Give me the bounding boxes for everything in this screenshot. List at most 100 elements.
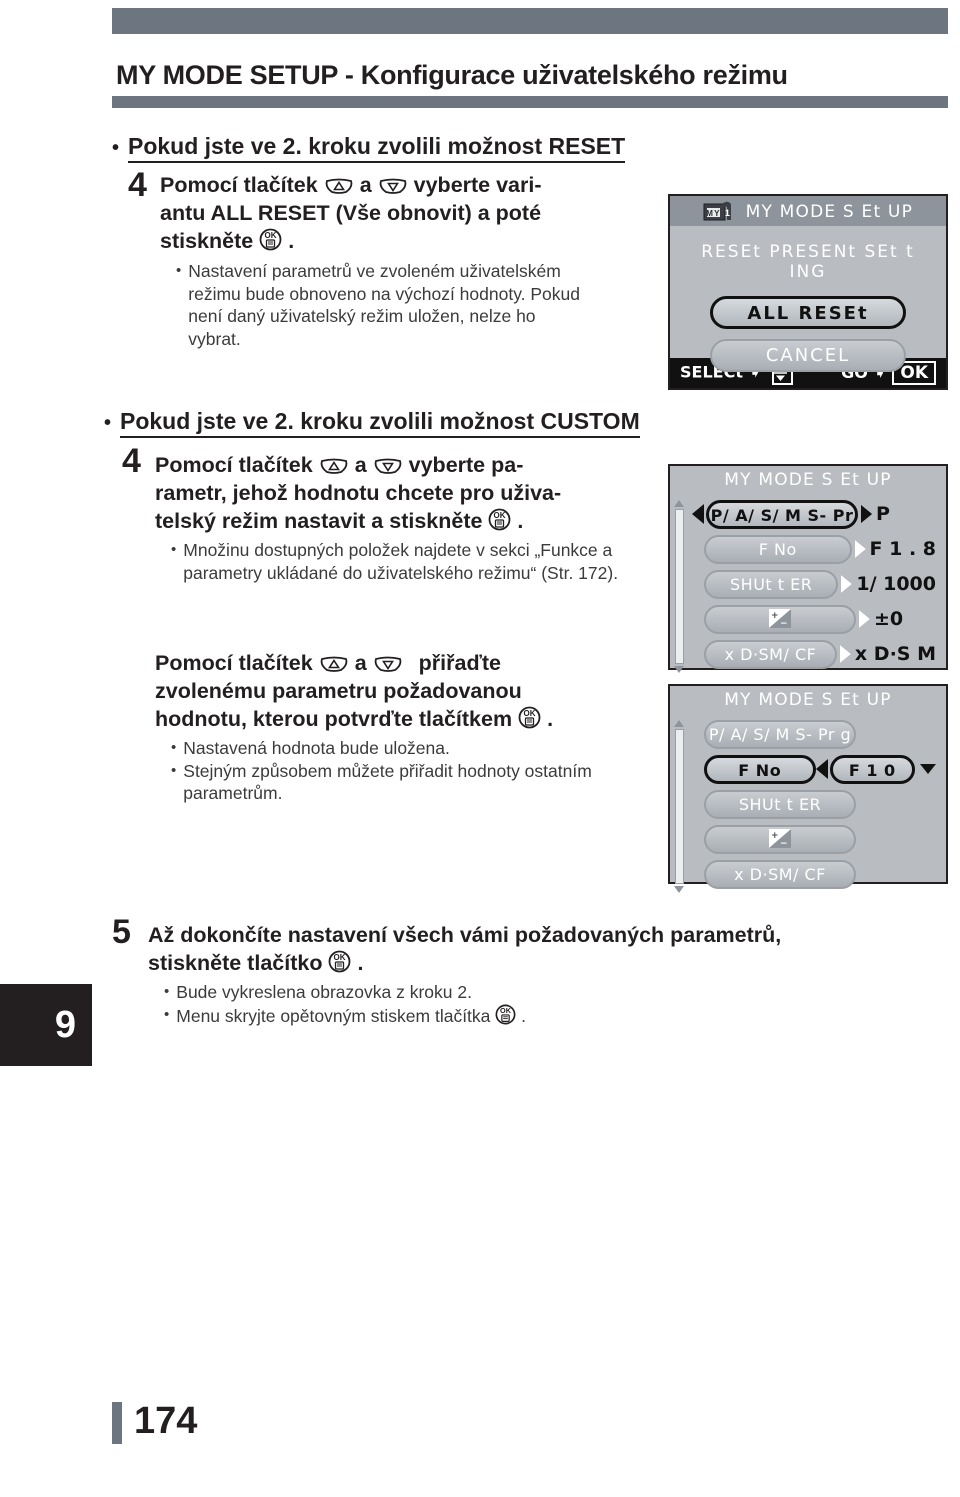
menu-pill-label[interactable]: SHUt t ER bbox=[704, 569, 839, 599]
section-bullet-icon: • bbox=[104, 412, 112, 434]
step-line1-tail: vyberte pa- bbox=[408, 453, 524, 477]
lcd-option-cancel[interactable]: CANCEL bbox=[710, 339, 906, 372]
svg-text:OK: OK bbox=[500, 1006, 512, 1015]
my1-mode-icon: MY 1 bbox=[703, 200, 733, 222]
list-item: • Nastavení parametrů ve zvoleném uživat… bbox=[176, 260, 580, 351]
menu-pill-label[interactable]: x D·SM/ CF bbox=[704, 859, 856, 889]
page-title: MY MODE SETUP - Konfigurace uživatelskéh… bbox=[116, 60, 788, 90]
arrow-down-button-icon bbox=[378, 178, 408, 195]
bullet-text-tail: . bbox=[521, 1005, 527, 1026]
step-text-5: Až dokončíte nastavení všech vámi požado… bbox=[148, 922, 938, 1027]
bullet-text: Nastavení parametrů ve zvoleném uživatel… bbox=[188, 260, 581, 350]
menu-pill-label[interactable]: + − bbox=[704, 604, 856, 634]
table-row[interactable]: + − ±0 bbox=[704, 603, 936, 635]
menu-row-value: x D·S M bbox=[854, 643, 936, 665]
table-row[interactable]: SHUt t ER 1/ 1000 bbox=[704, 568, 936, 600]
scroll-down-icon[interactable] bbox=[674, 886, 684, 893]
step-line3-tail: . bbox=[288, 228, 295, 253]
step-number-5: 5 bbox=[112, 913, 131, 951]
chevron-down-icon bbox=[919, 764, 936, 774]
bullet-dot-icon: • bbox=[164, 1005, 170, 1023]
right-arrow-icon bbox=[839, 645, 851, 663]
lcd-option-all-reset[interactable]: ALL RESEt bbox=[710, 296, 906, 329]
svg-text:1: 1 bbox=[725, 208, 731, 218]
lcd-title-text: MY MODE S Et UP bbox=[745, 202, 914, 222]
table-row[interactable]: SHUt t ER bbox=[704, 788, 936, 820]
bullet-dot-icon: • bbox=[164, 982, 170, 1000]
scroll-track[interactable] bbox=[674, 729, 684, 884]
menu-pill-label[interactable]: SHUt t ER bbox=[704, 789, 856, 819]
menu-edit-value[interactable]: F 1 0 bbox=[829, 754, 915, 784]
list-item: • Množinu dostupných položek najdete v s… bbox=[171, 539, 665, 585]
step-conjunction: a bbox=[359, 173, 372, 197]
ok-button-icon: OK bbox=[328, 950, 351, 973]
right-arrow-icon bbox=[861, 505, 872, 523]
step-line3: telský režim nastavit a stiskněte bbox=[155, 508, 483, 533]
bullet-text: Nastavená hodnota bude uložena. bbox=[183, 737, 450, 758]
lcd-subtitle: RESEt PRESENt SEt t ING bbox=[701, 242, 915, 282]
exposure-compensation-icon: + − bbox=[769, 828, 791, 849]
table-row[interactable]: P/ A/ S/ M S- Pr g P bbox=[692, 498, 936, 550]
ok-button-icon: OK bbox=[495, 1004, 516, 1025]
arrow-down-button-icon bbox=[373, 458, 403, 475]
ok-button-icon: OK bbox=[518, 706, 541, 729]
arrow-down-button-icon bbox=[373, 656, 403, 673]
right-arrow-icon bbox=[854, 540, 866, 558]
svg-text:−: − bbox=[780, 839, 788, 848]
step-line2: rametr, jehož hodnotu chcete pro uživa- bbox=[155, 480, 562, 505]
manual-page: MY MODE SETUP - Konfigurace uživatelskéh… bbox=[0, 0, 960, 1497]
list-item: • Menu skryjte opětovným stiskem tlačítk… bbox=[164, 1004, 938, 1028]
left-cursor-icon bbox=[815, 759, 828, 779]
lcd-title-bar: MY 1 MY MODE S Et UP bbox=[670, 196, 946, 226]
table-row[interactable]: F No F 1 . 8 bbox=[704, 533, 936, 565]
bullet-dot-icon: • bbox=[171, 738, 177, 756]
step2-line1-tail: přiřaďte bbox=[418, 651, 502, 675]
svg-text:OK: OK bbox=[494, 511, 506, 520]
scroll-track[interactable] bbox=[674, 509, 684, 664]
arrow-up-button-icon bbox=[319, 458, 349, 475]
ok-button-icon: OK bbox=[259, 228, 282, 251]
table-row[interactable]: F No F 1 0 bbox=[704, 753, 936, 785]
table-row[interactable]: x D·SM/ CF x D·S M bbox=[704, 638, 936, 670]
menu-pill-label[interactable]: P/ A/ S/ M S- Pr g bbox=[704, 719, 856, 749]
scrollbar[interactable] bbox=[674, 720, 684, 893]
svg-text:+: + bbox=[771, 611, 779, 621]
footer-rule bbox=[112, 1402, 122, 1444]
step2-line2: zvolenému parametru požadovanou bbox=[155, 678, 522, 703]
menu-pill-label[interactable]: x D·SM/ CF bbox=[704, 639, 837, 669]
table-row[interactable]: + − bbox=[704, 823, 936, 855]
menu-pill-label[interactable]: F No bbox=[704, 754, 816, 784]
lcd-title-text: MY MODE S Et UP bbox=[724, 470, 892, 490]
menu-pill-label[interactable]: F No bbox=[704, 534, 852, 564]
scroll-up-icon[interactable] bbox=[674, 500, 684, 507]
step-text-assign-value: Pomocí tlačítek a přiřaďte zvolenému par… bbox=[155, 650, 665, 805]
menu-pill-label[interactable]: + − bbox=[704, 824, 856, 854]
menu-pill-label[interactable]: P/ A/ S/ M S- Pr g bbox=[706, 499, 858, 550]
step-text-4-reset: Pomocí tlačítek a vyberte vari- antu ALL… bbox=[160, 172, 580, 351]
scroll-up-icon[interactable] bbox=[674, 720, 684, 727]
arrow-up-button-icon bbox=[319, 656, 349, 673]
bullet-text: Menu skryjte opětovným stiskem tlačítka bbox=[176, 1005, 491, 1026]
scroll-down-icon[interactable] bbox=[674, 666, 684, 673]
ok-button-icon: OK bbox=[488, 508, 511, 531]
scrollbar[interactable] bbox=[674, 500, 684, 673]
exposure-compensation-icon: + − bbox=[769, 608, 791, 629]
table-row[interactable]: x D·SM/ CF bbox=[704, 858, 936, 890]
lcd-screen-param-list: MY MODE S Et UP P/ A/ S/ M S- Pr g P F N… bbox=[668, 464, 948, 673]
step5-line1: Až dokončíte nastavení všech vámi požado… bbox=[148, 923, 782, 947]
bullet-text: Množinu dostupných položek najdete v sek… bbox=[183, 539, 619, 583]
step-line1: Pomocí tlačítek bbox=[155, 453, 313, 477]
list-item: • Nastavená hodnota bude uložena. bbox=[171, 737, 665, 760]
table-row[interactable]: P/ A/ S/ M S- Pr g bbox=[704, 718, 936, 750]
header-rule-top bbox=[112, 8, 948, 34]
step2-conjunction: a bbox=[354, 651, 367, 675]
step-line1: Pomocí tlačítek bbox=[160, 173, 318, 197]
lcd-screen-reset: MY 1 MY MODE S Et UP RESEt PRESENt SEt t… bbox=[668, 194, 948, 390]
step-line2: antu ALL RESET (Vše obnovit) a poté bbox=[160, 200, 542, 225]
page-number: 174 bbox=[134, 1400, 198, 1442]
menu-row-value: F 1 . 8 bbox=[869, 538, 936, 560]
bullet-dot-icon: • bbox=[171, 540, 177, 558]
step2-line1: Pomocí tlačítek bbox=[155, 651, 313, 675]
menu-row-value: 1/ 1000 bbox=[856, 573, 936, 595]
step2-line3: hodnotu, kterou potvrďte tlačítkem bbox=[155, 706, 513, 731]
